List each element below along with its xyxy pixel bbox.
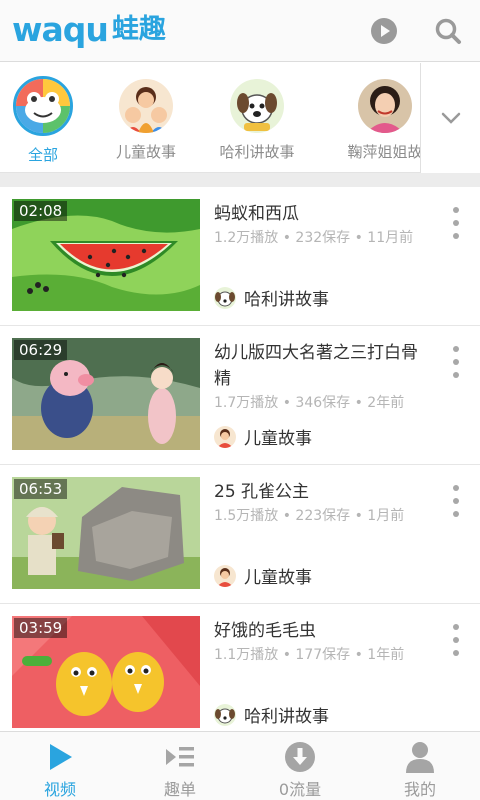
video-channel[interactable]: 儿童故事 xyxy=(214,424,312,449)
frog-mascot-icon xyxy=(13,76,73,136)
channel-name: 儿童故事 xyxy=(244,429,312,449)
more-dot xyxy=(453,372,459,378)
video-channel[interactable]: 哈利讲故事 xyxy=(214,285,329,310)
more-dot xyxy=(453,233,459,239)
video-item[interactable]: 06:29 幼儿版四大名著之三打白骨精 1.7万播放 • 346保存 • 2年前… xyxy=(0,326,480,465)
more-dot xyxy=(453,207,459,213)
tab-playlists[interactable]: 趣单 xyxy=(120,732,240,800)
category-label: 哈利讲故事 xyxy=(219,143,295,161)
video-channel[interactable]: 儿童故事 xyxy=(214,563,312,588)
video-meta: 1.1万播放 • 177保存 • 1年前 xyxy=(214,647,405,663)
video-item[interactable]: 02:08 蚂蚁和西瓜 1.2万播放 • 232保存 • 11月前 哈利讲故事 xyxy=(0,187,480,326)
more-dot xyxy=(453,637,459,643)
video-thumbnail[interactable]: 06:29 xyxy=(12,338,200,450)
section-separator xyxy=(0,173,480,187)
video-duration: 02:08 xyxy=(14,201,68,221)
app-logo: waqu 蛙趣 xyxy=(12,10,166,50)
user-icon xyxy=(406,742,434,773)
category-label: 儿童故事 xyxy=(115,143,176,161)
bottom-nav: 视频 趣单 0流量 我的 xyxy=(0,731,480,800)
search-icon xyxy=(435,18,461,44)
video-channel[interactable]: 哈利讲故事 xyxy=(214,702,329,727)
tab-me[interactable]: 我的 xyxy=(360,732,480,800)
more-dot xyxy=(453,511,459,517)
video-item[interactable]: 03:59 好饿的毛毛虫 1.1万播放 • 177保存 • 1年前 哈利讲故事 xyxy=(0,604,480,743)
more-dot xyxy=(453,650,459,656)
category-strip: 全部 儿童故事 哈利讲故事 鞠萍姐姐故 xyxy=(0,63,480,173)
tab-videos[interactable]: 视频 xyxy=(0,732,120,800)
kids-avatar xyxy=(214,564,236,587)
tab-offline[interactable]: 0流量 xyxy=(240,732,360,800)
more-dot xyxy=(453,359,459,365)
play-circle-icon xyxy=(371,18,397,44)
more-options-button[interactable] xyxy=(446,485,466,517)
kids-avatar xyxy=(119,79,173,133)
more-dot xyxy=(453,220,459,226)
video-title[interactable]: 幼儿版四大名著之三打白骨精 xyxy=(214,340,429,392)
more-options-button[interactable] xyxy=(446,346,466,378)
category-label: 全部 xyxy=(27,146,58,164)
more-dot xyxy=(453,498,459,504)
tab-label: 我的 xyxy=(403,780,436,799)
video-thumbnail[interactable]: 02:08 xyxy=(12,199,200,311)
video-meta: 1.2万播放 • 232保存 • 11月前 xyxy=(214,230,414,246)
playlist-icon xyxy=(166,747,194,767)
tab-label: 视频 xyxy=(43,780,76,799)
puppy-avatar xyxy=(214,286,236,309)
video-title[interactable]: 好饿的毛毛虫 xyxy=(214,618,429,644)
video-duration: 06:29 xyxy=(14,340,68,360)
more-dot xyxy=(453,624,459,630)
more-options-button[interactable] xyxy=(446,624,466,656)
video-title[interactable]: 25 孔雀公主 xyxy=(214,479,429,505)
video-thumbnail[interactable]: 06:53 xyxy=(12,477,200,589)
tab-label: 趣单 xyxy=(163,780,196,799)
category-harry-stories[interactable]: 哈利讲故事 xyxy=(207,79,307,162)
top-bar: waqu 蛙趣 xyxy=(0,0,480,62)
more-dot xyxy=(453,485,459,491)
more-options-button[interactable] xyxy=(446,207,466,239)
channel-name: 哈利讲故事 xyxy=(244,290,329,310)
video-duration: 03:59 xyxy=(14,618,68,638)
logo-latin-text: waqu xyxy=(12,10,109,49)
video-duration: 06:53 xyxy=(14,479,68,499)
puppy-avatar xyxy=(214,703,236,726)
download-icon xyxy=(285,742,315,772)
video-meta: 1.5万播放 • 223保存 • 1月前 xyxy=(214,508,405,524)
more-dot xyxy=(453,346,459,352)
tab-label: 0流量 xyxy=(278,780,322,799)
host-avatar xyxy=(358,79,412,133)
logo-cjk-text: 蛙趣 xyxy=(111,14,166,45)
expand-categories-button[interactable] xyxy=(421,63,480,173)
category-kids-stories[interactable]: 儿童故事 xyxy=(96,79,196,162)
video-meta: 1.7万播放 • 346保存 • 2年前 xyxy=(214,395,405,411)
search-button[interactable] xyxy=(432,15,464,47)
chevron-down-icon xyxy=(441,112,460,124)
category-all[interactable]: 全部 xyxy=(0,76,93,165)
kids-avatar xyxy=(214,425,236,448)
video-title[interactable]: 蚂蚁和西瓜 xyxy=(214,201,429,227)
video-thumbnail[interactable]: 03:59 xyxy=(12,616,200,728)
puppy-avatar xyxy=(230,79,284,133)
play-triangle-icon xyxy=(50,744,72,770)
channel-name: 儿童故事 xyxy=(244,568,312,588)
play-button[interactable] xyxy=(368,15,400,47)
channel-name: 哈利讲故事 xyxy=(244,707,329,727)
video-item[interactable]: 06:53 25 孔雀公主 1.5万播放 • 223保存 • 1月前 儿童故事 xyxy=(0,465,480,604)
